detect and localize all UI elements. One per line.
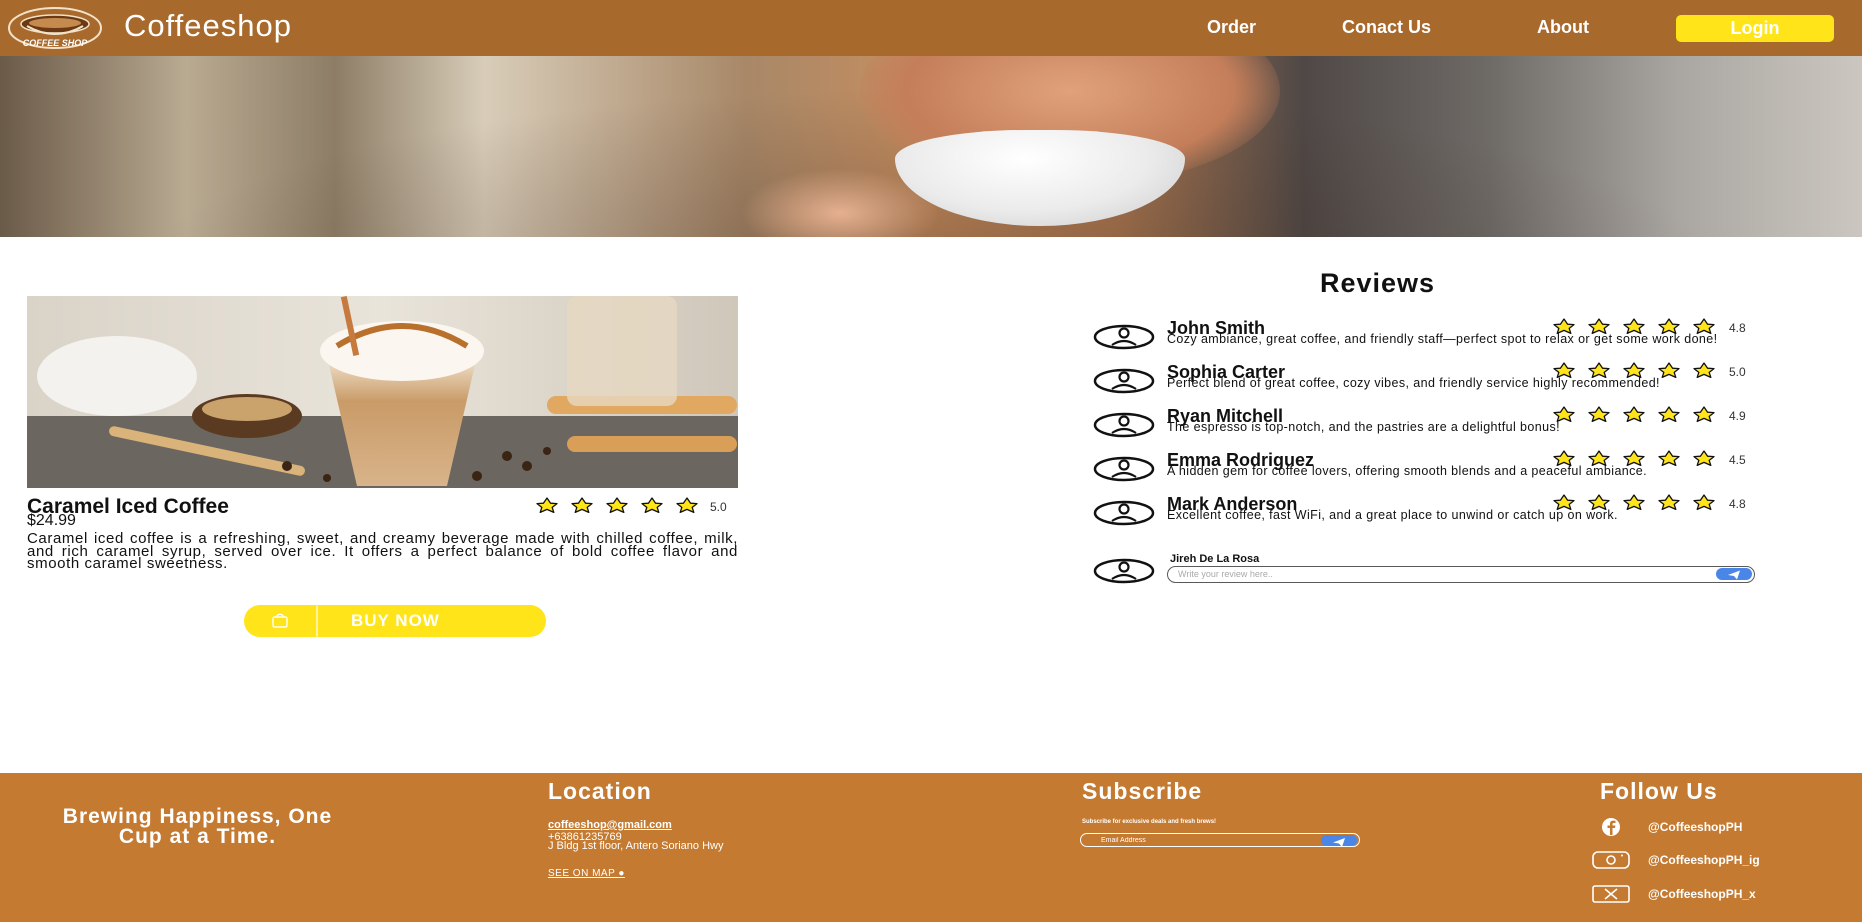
review-item: Emma Rodriguez 4.5 A hidden gem for coffee… xyxy=(1093,450,1758,490)
send-icon xyxy=(1333,837,1345,847)
send-review-button[interactable] xyxy=(1716,568,1752,580)
reviewer-avatar-icon xyxy=(1093,500,1155,531)
star-icon xyxy=(1658,450,1680,466)
star-icon xyxy=(1623,494,1645,510)
x-icon xyxy=(1592,885,1630,906)
reviewer-avatar-icon xyxy=(1093,456,1155,487)
review-rating-value: 4.5 xyxy=(1729,453,1746,467)
nav-contact-us[interactable]: Conact Us xyxy=(1342,17,1431,38)
review-text: The espresso is top-notch, and the pastr… xyxy=(1167,420,1560,434)
subscribe-heading: Subscribe xyxy=(1082,778,1203,804)
review-rating-value: 5.0 xyxy=(1729,365,1746,379)
subscribe-box xyxy=(1080,833,1360,847)
email-field[interactable] xyxy=(1101,835,1301,845)
subscribe-send-button[interactable] xyxy=(1321,834,1357,847)
send-icon xyxy=(1728,570,1740,580)
nav-order[interactable]: Order xyxy=(1207,17,1256,38)
star-icon xyxy=(1658,406,1680,422)
shopping-bag-icon xyxy=(272,613,288,633)
coffee-shop-logo[interactable]: COFFEE SHOP xyxy=(7,6,105,50)
follow-us-heading: Follow Us xyxy=(1600,778,1718,804)
reviewer-avatar-icon xyxy=(1093,412,1155,443)
see-on-map-label: SEE ON MAP xyxy=(548,868,616,879)
product-star-rating xyxy=(532,497,707,513)
map-pin-icon: ● xyxy=(618,868,625,879)
star-icon xyxy=(1658,494,1680,510)
review-rating-value: 4.9 xyxy=(1729,409,1746,423)
nav-about[interactable]: About xyxy=(1537,17,1589,38)
star-icon xyxy=(606,497,628,513)
product-rating-value: 5.0 xyxy=(710,500,727,514)
star-icon xyxy=(676,497,698,513)
review-input[interactable] xyxy=(1178,568,1698,580)
star-icon xyxy=(1693,406,1715,422)
star-icon xyxy=(641,497,663,513)
product-price: $24.99 xyxy=(27,512,76,529)
reviews-heading: Reviews xyxy=(1320,268,1436,298)
review-text: Cozy ambiance, great coffee, and friendl… xyxy=(1167,332,1718,346)
review-item: Mark Anderson 4.8 Excellent coffee, fast W… xyxy=(1093,494,1758,534)
review-text: Perfect blend of great coffee, cozy vibe… xyxy=(1167,376,1660,390)
x-handle: @CoffeeshopPH_x xyxy=(1648,887,1756,901)
review-text: Excellent coffee, fast WiFi, and a great… xyxy=(1167,508,1618,522)
review-text: A hidden gem for coffee lovers, offering… xyxy=(1167,464,1648,478)
star-icon xyxy=(1693,494,1715,510)
star-icon xyxy=(536,497,558,513)
review-item: Sophia Carter 5.0 Perfect blend of great c… xyxy=(1093,362,1758,402)
review-item: John Smith 4.8 Cozy ambiance, great coffee… xyxy=(1093,318,1758,358)
reviewer-avatar-icon xyxy=(1093,324,1155,355)
review-item: Ryan Mitchell 4.9 The espresso is top-notc… xyxy=(1093,406,1758,446)
buy-now-label: BUY NOW xyxy=(351,611,440,630)
star-icon xyxy=(1693,450,1715,466)
see-on-map-link[interactable]: SEE ON MAP ● xyxy=(548,868,625,879)
logo-text: COFFEE SHOP xyxy=(23,38,89,48)
hero-banner-image xyxy=(0,56,1862,237)
footer-tagline: Brewing Happiness, One Cup at a Time. xyxy=(62,805,333,848)
reviewer-avatar-icon xyxy=(1093,368,1155,399)
buy-now-button[interactable]: BUY NOW xyxy=(244,605,546,637)
facebook-handle: @CoffeeshopPH xyxy=(1648,820,1743,834)
review-rating-value: 4.8 xyxy=(1729,497,1746,511)
subscribe-note: Subscribe for exclusive deals and fresh … xyxy=(1082,819,1217,825)
review-compose: Jireh De La Rosa xyxy=(1093,553,1758,589)
star-icon xyxy=(571,497,593,513)
star-icon xyxy=(1623,406,1645,422)
contact-address: J Bldg 1st floor, Antero Soriano Hwy xyxy=(548,840,724,852)
product-description: Caramel iced coffee is a refreshing, swe… xyxy=(27,530,738,572)
contact-email-link[interactable]: coffeeshop@gmail.com xyxy=(548,819,672,831)
review-star-rating xyxy=(1549,406,1724,422)
user-avatar-icon xyxy=(1093,558,1155,589)
top-nav-bar: COFFEE SHOP Coffeeshop Order Conact Us A… xyxy=(0,0,1862,56)
instagram-handle: @CoffeeshopPH_ig xyxy=(1648,853,1760,867)
review-input-box xyxy=(1167,566,1755,583)
star-icon xyxy=(1588,406,1610,422)
instagram-icon xyxy=(1592,851,1630,872)
location-heading: Location xyxy=(548,778,652,804)
footer: Brewing Happiness, One Cup at a Time. Lo… xyxy=(0,773,1862,922)
product-image xyxy=(27,296,738,488)
star-icon xyxy=(1693,362,1715,378)
brand-name[interactable]: Coffeeshop xyxy=(124,8,292,44)
login-button[interactable]: Login xyxy=(1676,15,1834,42)
current-user-name: Jireh De La Rosa xyxy=(1170,553,1260,565)
review-rating-value: 4.8 xyxy=(1729,321,1746,335)
facebook-icon xyxy=(1592,818,1630,839)
